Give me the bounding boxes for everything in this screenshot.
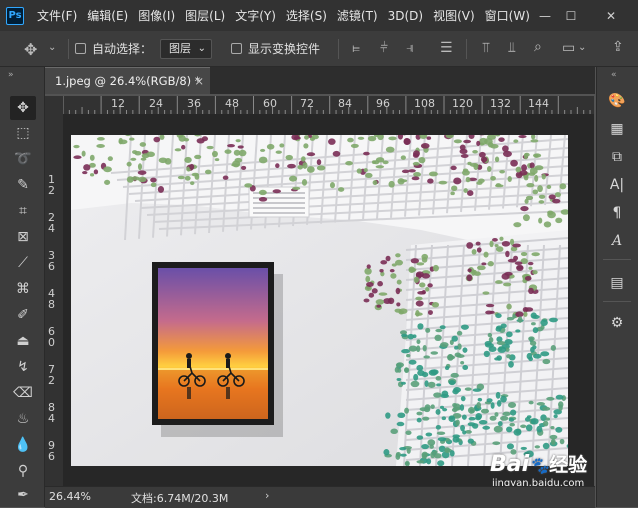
align-middle-icon[interactable]: ⫫ <box>508 40 516 56</box>
ruler-tick-label: 1 2 <box>48 174 58 196</box>
swatches-icon[interactable]: ▦ <box>603 117 631 141</box>
divider <box>68 39 69 59</box>
minimize-button[interactable]: — <box>532 0 558 31</box>
restore-button[interactable]: ☐ <box>558 0 584 31</box>
stamp-tool-icon[interactable]: ⏏ <box>10 329 36 353</box>
auto-select-dropdown[interactable]: 图层 ⌄ <box>160 39 212 59</box>
divider <box>603 301 631 302</box>
pen-tool-icon[interactable]: ✒ <box>10 483 36 507</box>
wall-photo-illustration <box>71 135 568 466</box>
blur-tool-icon[interactable]: 💧 <box>10 433 36 457</box>
ruler-ticks <box>63 96 594 114</box>
search-icon[interactable]: ⌕ <box>534 39 542 55</box>
watermark-brand-text-2: 经验 <box>549 454 587 476</box>
color-palette-icon[interactable]: 🎨 <box>603 89 631 113</box>
watermark-brand: Bai🐾经验 <box>490 450 587 477</box>
menu-layer[interactable]: 图层(L) <box>180 7 230 24</box>
glyphs-icon[interactable]: A <box>603 229 631 253</box>
paint-bucket-tool-icon[interactable]: ♨ <box>10 407 36 431</box>
show-transform-label: 显示变换控件 <box>248 40 320 57</box>
horizontal-ruler[interactable]: 12 24 36 48 60 72 84 96 108 120 132 144 <box>63 96 594 114</box>
move-tool-icon[interactable]: ✥ <box>10 96 36 120</box>
align-left-icon[interactable]: ⫢ <box>352 40 360 56</box>
menu-bar: Ps 文件(F) 编辑(E) 图像(I) 图层(L) 文字(Y) 选择(S) 滤… <box>0 0 638 31</box>
right-panel-dock: « 🎨 ▦ ⧉ A| ¶ A ▤ ⚙ <box>596 67 638 507</box>
ruler-tick-label: 7 2 <box>48 364 58 386</box>
ruler-tick-label: 9 6 <box>48 440 58 462</box>
paw-icon: 🐾 <box>529 456 549 475</box>
quick-select-tool-icon[interactable]: ✎ <box>10 173 36 197</box>
lasso-tool-icon[interactable]: ➰ <box>10 147 36 171</box>
align-top-icon[interactable]: ⫪ <box>482 40 490 56</box>
document-image[interactable] <box>71 135 568 466</box>
status-menu-arrow-icon[interactable]: › <box>265 489 269 502</box>
tools-panel: » ✥ ⬚ ➰ ✎ ⌗ ⊠ ⟋ ⌘ ✐ ⏏ ↯ ⌫ ♨ 💧 ⚲ ✒ <box>0 67 45 507</box>
libraries-icon[interactable]: ▤ <box>603 271 631 295</box>
auto-select-label: 自动选择： <box>92 40 152 57</box>
document-info: 文档:6.74M/20.3M <box>131 490 228 506</box>
chevron-down-icon[interactable]: ⌄ <box>48 42 56 53</box>
ruler-tick-label: 4 8 <box>48 288 58 310</box>
menu-3d[interactable]: 3D(D) <box>383 9 428 23</box>
photoshop-logo: Ps <box>6 7 24 25</box>
menu-image[interactable]: 图像(I) <box>133 7 180 24</box>
marquee-tool-icon[interactable]: ⬚ <box>10 121 36 145</box>
menu-type[interactable]: 文字(Y) <box>230 7 281 24</box>
divider <box>466 39 467 59</box>
close-window-button[interactable]: ✕ <box>598 0 624 31</box>
close-tab-icon[interactable]: × <box>194 68 204 94</box>
divider <box>603 259 631 260</box>
divider <box>338 39 339 59</box>
brush-tool-icon[interactable]: ✐ <box>10 303 36 327</box>
ruler-tick-label: 3 6 <box>48 250 58 272</box>
share-icon[interactable]: ⇪ <box>612 39 624 55</box>
align-right-icon[interactable]: ⫣ <box>406 40 414 56</box>
layer-select-value: 图层 <box>169 42 191 55</box>
ruler-tick-label: 8 4 <box>48 402 58 424</box>
adjustments-icon[interactable]: ⚙ <box>603 311 631 335</box>
history-brush-tool-icon[interactable]: ↯ <box>10 355 36 379</box>
chevron-down-icon: ⌄ <box>198 40 206 58</box>
ruler-corner <box>45 96 63 114</box>
watermark-brand-text: Bai <box>490 452 529 477</box>
ruler-tick-label: 6 0 <box>48 326 58 348</box>
chevron-down-icon[interactable]: ⌄ <box>578 42 586 53</box>
document-tab-title: 1.jpeg @ 26.4%(RGB/8) * <box>55 74 201 88</box>
document-tab-bar: » 1.jpeg @ 26.4%(RGB/8) * × <box>45 67 595 94</box>
healing-brush-tool-icon[interactable]: ⌘ <box>10 277 36 301</box>
eyedropper-tool-icon[interactable]: ⟋ <box>10 251 36 275</box>
menu-edit[interactable]: 编辑(E) <box>82 7 133 24</box>
workspace-icon[interactable]: ▭ <box>562 40 575 56</box>
dodge-tool-icon[interactable]: ⚲ <box>10 459 36 483</box>
status-bar: 26.44% 文档:6.74M/20.3M › <box>45 486 595 508</box>
crop-tool-icon[interactable]: ⌗ <box>10 199 36 223</box>
menu-filter[interactable]: 滤镜(T) <box>332 7 383 24</box>
show-transform-checkbox[interactable] <box>231 43 242 54</box>
align-center-icon[interactable]: ⫩ <box>380 40 388 56</box>
vertical-ruler[interactable]: 1 2 2 4 3 6 4 8 6 0 7 2 8 4 9 6 <box>45 114 63 486</box>
menu-select[interactable]: 选择(S) <box>281 7 332 24</box>
zoom-level[interactable]: 26.44% <box>49 490 91 503</box>
move-tool-icon[interactable]: ✥ <box>24 40 37 59</box>
collapse-icon[interactable]: » <box>8 70 14 80</box>
distribute-icon[interactable]: ☰ <box>440 40 453 56</box>
menu-view[interactable]: 视图(V) <box>428 7 480 24</box>
paths-icon[interactable]: ⧉ <box>603 145 631 169</box>
menu-window[interactable]: 窗口(W) <box>480 7 535 24</box>
document-tab[interactable]: 1.jpeg @ 26.4%(RGB/8) * × <box>45 67 210 94</box>
frame-tool-icon[interactable]: ⊠ <box>10 225 36 249</box>
character-icon[interactable]: A| <box>603 173 631 197</box>
eraser-tool-icon[interactable]: ⌫ <box>10 381 36 405</box>
ruler-tick-label: 2 4 <box>48 212 58 234</box>
auto-select-checkbox[interactable] <box>75 43 86 54</box>
collapse-icon[interactable]: « <box>611 70 617 80</box>
menu-file[interactable]: 文件(F) <box>32 7 82 24</box>
paragraph-icon[interactable]: ¶ <box>603 201 631 225</box>
